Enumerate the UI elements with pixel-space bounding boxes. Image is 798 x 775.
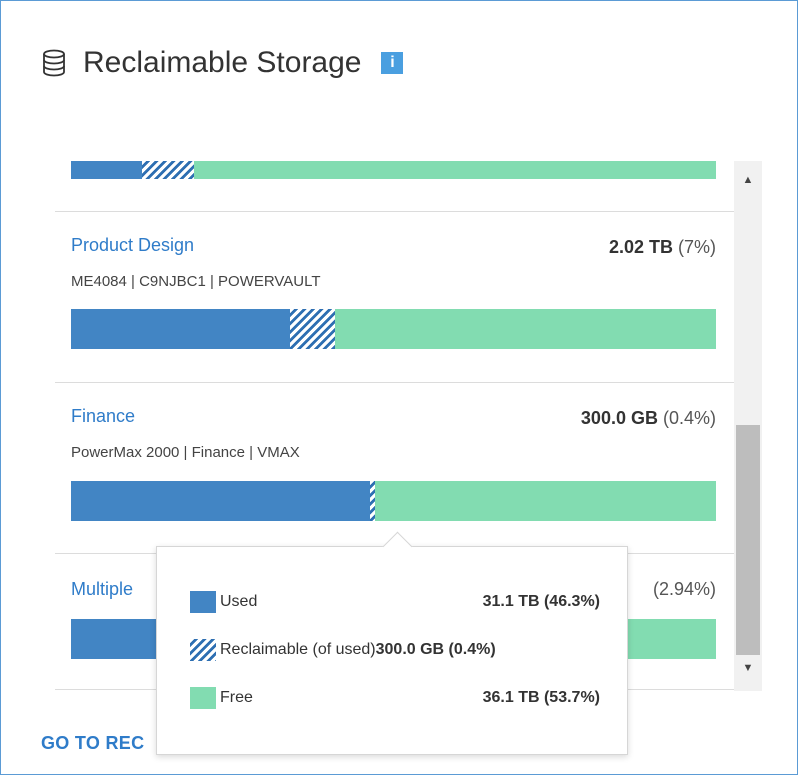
database-icon (43, 49, 65, 77)
bar-used-segment (71, 161, 142, 179)
bar-used-segment (71, 481, 370, 521)
scroll-down-arrow-icon[interactable]: ▼ (734, 655, 762, 681)
tooltip-value: 300.0 GB (0.4%) (375, 641, 496, 658)
tooltip-item-free: Free 36.1 TB (53.7%) (190, 686, 600, 710)
reclaimable-storage-card: Reclaimable Storage i Product Design 2.0… (0, 0, 798, 775)
row-value: 300.0 GB (0.4%) (580, 408, 716, 428)
scroll-up-arrow-icon[interactable]: ▲ (734, 167, 762, 193)
row-subtitle: ME4084 | C9NJBC1 | POWERVAULT (71, 273, 321, 290)
reclaimable-swatch (190, 639, 216, 661)
tooltip-label: Reclaimable (of used) (220, 641, 376, 658)
usage-bar[interactable] (71, 161, 716, 179)
bar-reclaimable-segment (141, 161, 194, 179)
row-name-link[interactable]: Multiple (71, 579, 133, 600)
usage-bar[interactable] (71, 481, 716, 521)
free-swatch (190, 687, 216, 709)
row-value: 2.02 TB (7%) (608, 237, 716, 257)
row-value: (2.94%) (652, 579, 716, 599)
tooltip-item-used: Used 31.1 TB (46.3%) (190, 590, 600, 614)
tooltip-label: Free (220, 689, 253, 706)
used-swatch (190, 591, 216, 613)
tooltip-value: 31.1 TB (46.3%) (482, 593, 600, 610)
list-item: Finance 300.0 GB (0.4%) PowerMax 2000 | … (71, 406, 716, 522)
usage-tooltip: Used 31.1 TB (46.3%) Reclaimable (of use… (156, 531, 628, 755)
info-icon[interactable]: i (381, 52, 404, 74)
divider (55, 382, 739, 383)
tooltip-value: 36.1 TB (53.7%) (482, 689, 600, 706)
card-header: Reclaimable Storage i (41, 37, 404, 89)
bar-used-segment (71, 309, 291, 349)
bar-reclaimable-segment (290, 309, 336, 349)
bar-free-segment (335, 309, 716, 349)
usage-bar[interactable] (71, 309, 716, 349)
scrollbar-thumb[interactable] (736, 425, 760, 655)
vertical-scrollbar[interactable]: ▲ ▼ (734, 161, 762, 691)
bar-free-segment (193, 161, 716, 179)
bar-free-segment (374, 481, 716, 521)
tooltip-item-reclaimable: Reclaimable (of used) 300.0 GB (0.4%) (190, 638, 600, 662)
row-subtitle: PowerMax 2000 | Finance | VMAX (71, 444, 300, 461)
list-item: Product Design 2.02 TB (7%) ME4084 | C9N… (71, 235, 716, 351)
divider (55, 211, 739, 212)
card-title: Reclaimable Storage (83, 46, 362, 79)
row-name-link[interactable]: Finance (71, 406, 135, 427)
go-to-reclaimable-link[interactable]: GO TO REC (41, 733, 144, 754)
tooltip-label: Used (220, 593, 258, 610)
row-name-link[interactable]: Product Design (71, 235, 194, 256)
